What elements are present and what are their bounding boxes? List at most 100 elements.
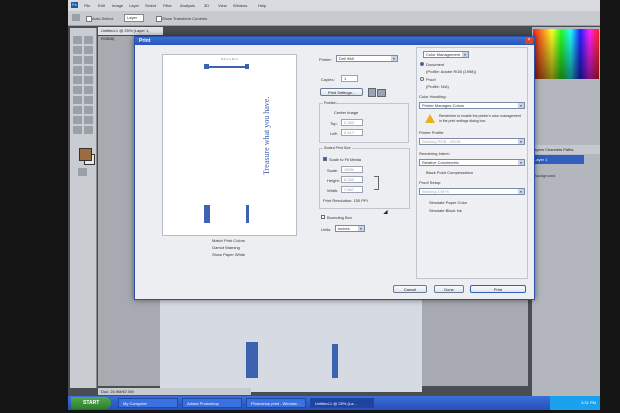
color-handling-select[interactable]: Printer Manages Colors ▼: [419, 102, 525, 109]
proof-radio[interactable]: [420, 77, 424, 81]
3d-rotate-icon[interactable]: [84, 116, 93, 124]
menu-edit[interactable]: Edit: [98, 3, 105, 8]
crop-tool-icon[interactable]: [73, 56, 82, 64]
proof-setup-select[interactable]: Working CMYK ▼: [419, 188, 525, 195]
color-swatches-panel[interactable]: [533, 29, 599, 79]
bounding-box-checkbox[interactable]: [321, 215, 325, 219]
link-icon[interactable]: [374, 176, 379, 190]
chevron-down-icon: ▼: [358, 226, 364, 231]
width-field[interactable]: 7.667: [341, 186, 363, 193]
warning-icon: [425, 114, 435, 123]
match-colors-checkbox[interactable]: Match Print Colors: [212, 238, 245, 243]
height-label: Height:: [327, 178, 340, 183]
menu-select[interactable]: Select: [145, 3, 156, 8]
done-button[interactable]: Done: [434, 285, 464, 293]
type-tool-icon[interactable]: [73, 106, 82, 114]
rendering-intent-select[interactable]: Relative Colorimetric ▼: [419, 159, 525, 166]
height-field[interactable]: 6.333: [341, 176, 363, 183]
menu-analysis[interactable]: Analysis: [180, 3, 195, 8]
auto-select-dropdown[interactable]: Layer: [124, 14, 145, 22]
simulate-black-checkbox[interactable]: Simulate Black Ink: [429, 208, 462, 213]
menu-filter[interactable]: Filter: [163, 3, 172, 8]
stamp-tool-icon[interactable]: [73, 76, 82, 84]
scale-field[interactable]: 100%: [341, 166, 363, 173]
center-image-checkbox[interactable]: Center Image: [334, 110, 358, 115]
menu-view[interactable]: View: [218, 3, 227, 8]
print-settings-button[interactable]: Print Settings...: [320, 88, 363, 96]
left-field[interactable]: 0.417: [341, 129, 363, 136]
scale-to-fit-checkbox[interactable]: [323, 157, 327, 161]
preview-handle-left[interactable]: [204, 64, 209, 69]
color-management-panel: Color Management ▼ Document (Profile: Ad…: [416, 47, 528, 279]
taskbar-item-active[interactable]: Untitled-1 @ 25% (La...: [310, 398, 374, 408]
menu-file[interactable]: File: [84, 3, 90, 8]
taskbar-item[interactable]: Photoshop print - Window...: [246, 398, 306, 408]
menu-image[interactable]: Image: [112, 3, 123, 8]
toolbox: [70, 28, 97, 388]
show-paper-white-checkbox[interactable]: Show Paper White: [212, 252, 245, 257]
menu-3d[interactable]: 3D: [204, 3, 209, 8]
copies-field[interactable]: 1: [341, 75, 358, 82]
taskbar: START My Computer Adobe Photoshop Photos…: [68, 396, 600, 410]
dodge-tool-icon[interactable]: [73, 96, 82, 104]
ps-logo[interactable]: Ps: [71, 2, 78, 8]
proof-label: Proof: [426, 77, 436, 82]
move-tool-icon[interactable]: [73, 36, 82, 44]
gradient-tool-icon[interactable]: [84, 86, 93, 94]
color-management-select[interactable]: Color Management ▼: [423, 51, 469, 58]
preview-handle-right[interactable]: [245, 64, 249, 69]
move-tool-icon[interactable]: [72, 14, 80, 21]
scale-label: Scale:: [327, 168, 339, 173]
menu-window[interactable]: Window: [233, 3, 247, 8]
eyedropper-icon[interactable]: [84, 56, 93, 64]
close-icon[interactable]: ×: [525, 37, 533, 44]
marquee-tool-icon[interactable]: [84, 36, 93, 44]
lasso-tool-icon[interactable]: [73, 46, 82, 54]
simulate-paper-checkbox[interactable]: Simulate Paper Color: [429, 200, 467, 205]
shape-tool-icon[interactable]: [73, 116, 82, 124]
print-dialog: Print × 8.5 in x 11 in Treasure what you…: [134, 36, 535, 300]
proof-profile: (Profile: N/A): [426, 84, 449, 89]
auto-select-label: Auto-Select:: [92, 16, 114, 21]
black-point-checkbox[interactable]: Black Point Compensation: [426, 170, 473, 175]
cancel-button[interactable]: Cancel: [393, 285, 427, 293]
document-radio[interactable]: [420, 62, 424, 66]
menu-bar: Ps File Edit Image Layer Select Filter A…: [68, 0, 600, 11]
proof-setup-value: Working CMYK: [422, 189, 450, 194]
history-brush-icon[interactable]: [84, 76, 93, 84]
hand-tool-icon[interactable]: [73, 126, 82, 134]
document-tab[interactable]: Untitled-1 @ 25% (Layer 1, RGB/8): [98, 27, 163, 41]
top-field[interactable]: 2.333: [341, 119, 363, 126]
printer-orientation-icon[interactable]: [368, 88, 376, 97]
magic-wand-icon[interactable]: [84, 46, 93, 54]
preview-top-bar: [204, 66, 247, 68]
chevron-down-icon: ▼: [518, 139, 524, 144]
printer-profile-select[interactable]: Working RGB - sRGB ▼: [419, 138, 525, 145]
zoom-tool-icon[interactable]: [84, 126, 93, 134]
foreground-color-swatch[interactable]: [79, 148, 92, 161]
taskbar-clock: 3:31 PM: [550, 396, 600, 410]
gamut-warning-checkbox[interactable]: Gamut Warning: [212, 245, 240, 250]
print-button[interactable]: Print: [470, 285, 526, 293]
path-select-icon[interactable]: [84, 106, 93, 114]
scaled-print-size-title: Scaled Print Size: [323, 146, 352, 150]
layers-panel-tabs[interactable]: Layers Channels Paths: [532, 145, 600, 154]
brush-tool-icon[interactable]: [84, 66, 93, 74]
menu-layer[interactable]: Layer: [129, 3, 139, 8]
landscape-orientation-icon[interactable]: [377, 89, 386, 97]
menu-help[interactable]: Help: [258, 3, 266, 8]
healing-brush-icon[interactable]: [73, 66, 82, 74]
color-management-value: Color Management: [426, 52, 461, 57]
start-button[interactable]: START: [71, 397, 111, 409]
taskbar-item[interactable]: Adobe Photoshop: [182, 398, 242, 408]
printer-select[interactable]: Dell 968 ▼: [336, 55, 398, 62]
canvas-bar-left: [246, 342, 258, 378]
layer-row[interactable]: Background: [534, 173, 555, 178]
eraser-tool-icon[interactable]: [73, 86, 82, 94]
pen-tool-icon[interactable]: [84, 96, 93, 104]
layer-row-active[interactable]: Layer 1: [532, 155, 584, 164]
units-select[interactable]: inches ▼: [335, 225, 365, 232]
left-label: Left:: [330, 131, 338, 136]
quick-mask-icon[interactable]: [78, 168, 87, 176]
taskbar-item[interactable]: My Computer: [118, 398, 178, 408]
